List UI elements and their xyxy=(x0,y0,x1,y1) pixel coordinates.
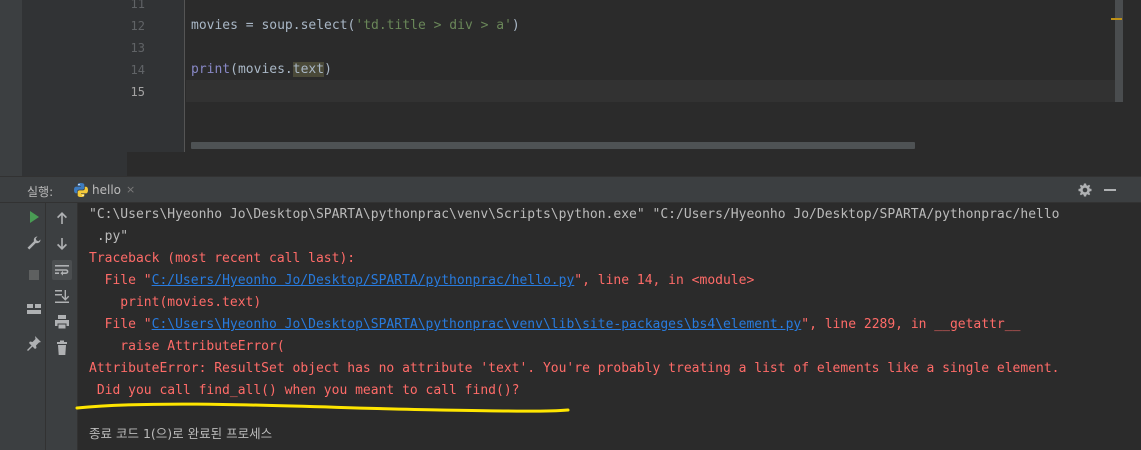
yellow-underline-annotation xyxy=(75,402,570,413)
